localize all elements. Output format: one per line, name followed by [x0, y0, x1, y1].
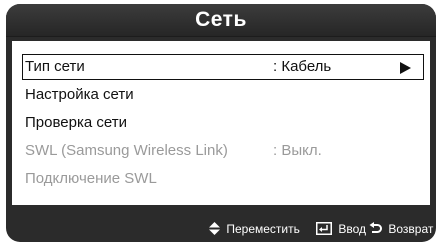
title-bar: Сеть: [6, 4, 436, 37]
help-return-label: Возврат: [388, 221, 434, 236]
menu-item-value: : Выкл.: [273, 142, 322, 159]
menu-panel: Тип сети : Кабель Настройка сети Проверк…: [12, 41, 430, 205]
help-move: Переместить: [209, 220, 300, 236]
enter-icon: [316, 222, 332, 236]
help-bar: Переместить Ввод Возврат: [6, 214, 436, 242]
up-down-arrows-icon: [209, 222, 220, 236]
menu-item-value: : Кабель: [273, 58, 332, 75]
page-title: Сеть: [195, 8, 247, 31]
menu-item-label: Настройка сети: [25, 86, 134, 103]
return-arrow-icon: [369, 222, 382, 234]
menu-item-label: Проверка сети: [25, 114, 127, 131]
menu-item-label: Тип сети: [25, 58, 85, 75]
menu-item-swl: SWL (Samsung Wireless Link) : Выкл.: [12, 137, 430, 165]
submenu-arrow-icon: [400, 62, 411, 74]
help-move-label: Переместить: [226, 221, 300, 236]
menu-item-label: SWL (Samsung Wireless Link): [25, 142, 228, 159]
network-menu-window: Сеть Тип сети : Кабель Настройка сети Пр…: [6, 4, 436, 242]
menu-item-network-test[interactable]: Проверка сети: [12, 109, 430, 137]
menu-item-network-setup[interactable]: Настройка сети: [12, 81, 430, 109]
menu-item-network-type[interactable]: Тип сети : Кабель: [12, 53, 430, 81]
menu-item-label: Подключение SWL: [25, 170, 157, 187]
help-enter-label: Ввод: [338, 221, 366, 236]
help-enter: Ввод: [316, 220, 366, 236]
menu-item-swl-connection: Подключение SWL: [12, 165, 430, 193]
help-return: Возврат: [369, 220, 433, 236]
